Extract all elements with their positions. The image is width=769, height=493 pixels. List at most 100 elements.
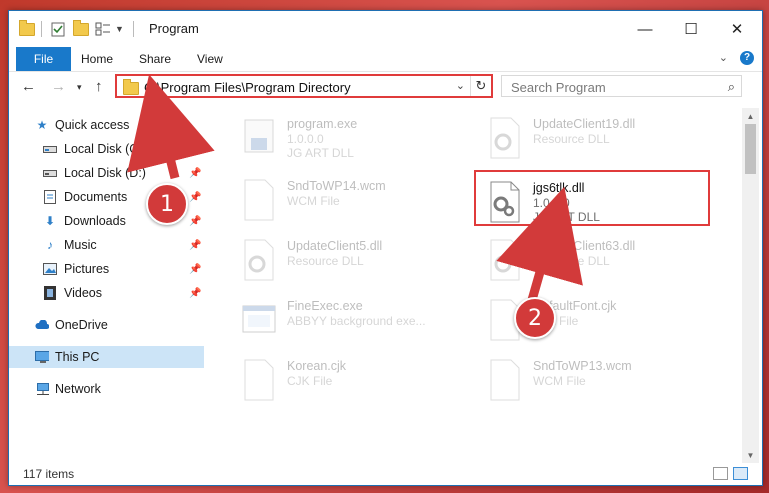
blank-file-icon <box>487 358 523 402</box>
separator <box>133 20 134 38</box>
file-name: UpdateClient63.dll <box>533 239 636 253</box>
file-highlight-box <box>474 170 710 226</box>
file-item[interactable]: FineExec.exe ABBYY background exe... <box>235 294 475 350</box>
file-company: JG ART DLL <box>287 146 354 160</box>
sidebar-item-label: Network <box>55 382 101 396</box>
customize-toolbar-icon[interactable] <box>95 20 111 38</box>
tiles-view-icon[interactable] <box>733 467 748 480</box>
file-name: SndToWP14.wcm <box>287 179 386 193</box>
sidebar-item-local-disk-c[interactable]: Local Disk (C:) 📌 <box>9 138 204 160</box>
file-type: WCM File <box>287 194 340 208</box>
sidebar-item-quick-access[interactable]: ★ Quick access <box>9 114 204 136</box>
search-input[interactable]: Search Program ⌕ <box>501 75 742 97</box>
folder-icon <box>19 19 35 38</box>
file-name: program.exe <box>287 117 358 131</box>
file-item[interactable]: Korean.cjk CJK File <box>235 354 475 410</box>
maximize-button[interactable]: ☐ <box>668 11 714 47</box>
properties-icon[interactable] <box>51 20 65 38</box>
file-type: Resource DLL <box>533 132 610 146</box>
expand-ribbon-icon[interactable]: ⌄ <box>719 51 728 64</box>
window-exe-icon <box>241 298 277 342</box>
sidebar-item-network[interactable]: Network <box>9 378 204 400</box>
blank-file-icon <box>241 178 277 222</box>
star-icon: ★ <box>36 118 48 132</box>
search-icon: ⌕ <box>727 79 735 94</box>
chevron-down-icon[interactable]: ⌄ <box>456 79 465 92</box>
scroll-thumb[interactable] <box>745 124 756 174</box>
refresh-icon[interactable]: ↻ <box>470 76 491 96</box>
help-icon[interactable]: ? <box>740 51 754 65</box>
back-button[interactable]: ← <box>21 78 36 95</box>
sidebar-item-local-disk-d[interactable]: Local Disk (D:) 📌 <box>9 162 204 184</box>
music-icon: ♪ <box>47 238 53 252</box>
file-item[interactable]: UpdateClient63.dll Resource DLL <box>481 234 721 290</box>
up-button[interactable]: ↑ <box>95 78 103 95</box>
pin-icon[interactable]: 📌 <box>189 144 201 155</box>
tab-view[interactable]: View <box>197 52 223 66</box>
file-item[interactable]: program.exe 1.0.0.0 JG ART DLL <box>235 112 475 168</box>
minimize-button[interactable]: — <box>622 11 668 47</box>
sidebar-item-label: Pictures <box>64 262 110 276</box>
download-icon: ⬇ <box>44 214 56 228</box>
file-name: SndToWP13.wcm <box>533 359 632 373</box>
file-list: program.exe 1.0.0.0 JG ART DLL UpdateCli… <box>205 108 741 463</box>
documents-icon <box>43 190 57 204</box>
address-bar[interactable]: C:\Program Files\Program Directory ⌄ ↻ <box>115 74 493 98</box>
details-view-icon[interactable] <box>713 467 728 480</box>
callout-badge-1: 1 <box>146 183 188 225</box>
dll-gear-icon <box>241 238 277 282</box>
title-bar: ▼ Program — ☐ ✕ <box>9 11 762 47</box>
chevron-down-icon[interactable]: ▼ <box>115 20 124 38</box>
sidebar-item-label: Videos <box>64 286 102 300</box>
forward-button[interactable]: → <box>51 78 66 95</box>
file-type: ABBYY background exe... <box>287 314 426 328</box>
recent-locations-icon[interactable]: ▾ <box>77 82 82 93</box>
sidebar-item-label: Documents <box>64 190 128 204</box>
sidebar-item-label: Downloads <box>64 214 126 228</box>
ribbon-tabs: File Home Share View ⌄ ? <box>9 47 762 72</box>
sidebar-item-label: Music <box>64 238 97 252</box>
item-count: 117 items <box>23 467 75 481</box>
tab-home[interactable]: Home <box>81 52 113 66</box>
file-type: Resource DLL <box>533 254 610 268</box>
file-name: FineExec.exe <box>287 299 363 313</box>
tab-share[interactable]: Share <box>139 52 171 66</box>
computer-icon <box>35 350 49 363</box>
sidebar-item-label: OneDrive <box>55 318 108 332</box>
separator <box>41 20 42 38</box>
file-item[interactable]: UpdateClient19.dll Resource DLL <box>481 112 721 168</box>
blank-file-icon <box>241 358 277 402</box>
dll-gear-icon <box>487 116 523 160</box>
pin-icon[interactable]: 📌 <box>189 264 201 275</box>
scroll-up-icon[interactable]: ▲ <box>742 108 759 124</box>
search-placeholder: Search Program <box>511 80 606 95</box>
sidebar-item-music[interactable]: ♪ Music 📌 <box>9 234 204 256</box>
folder-icon <box>123 79 139 95</box>
file-type: Resource DLL <box>287 254 364 268</box>
pin-icon[interactable]: 📌 <box>189 240 201 251</box>
drive-icon <box>43 167 57 179</box>
close-button[interactable]: ✕ <box>714 11 760 47</box>
file-type: WCM File <box>533 374 586 388</box>
sidebar-item-onedrive[interactable]: OneDrive <box>9 314 204 336</box>
file-item[interactable]: UpdateClient5.dll Resource DLL <box>235 234 475 290</box>
file-item[interactable]: SndToWP13.wcm WCM File <box>481 354 721 410</box>
sidebar-item-videos[interactable]: Videos 📌 <box>9 282 204 304</box>
pin-icon[interactable]: 📌 <box>189 288 201 299</box>
pin-icon[interactable]: 📌 <box>189 168 201 179</box>
status-bar: 117 items <box>9 463 762 485</box>
vertical-scrollbar[interactable]: ▲ ▼ <box>742 108 759 463</box>
sidebar-item-this-pc[interactable]: This PC <box>9 346 204 368</box>
address-path[interactable]: C:\Program Files\Program Directory <box>144 80 351 95</box>
new-folder-icon[interactable] <box>73 19 89 38</box>
pin-icon[interactable]: 📌 <box>189 192 201 203</box>
network-icon <box>35 382 49 395</box>
scroll-down-icon[interactable]: ▼ <box>742 447 759 463</box>
file-name: UpdateClient5.dll <box>287 239 383 253</box>
sidebar-item-pictures[interactable]: Pictures 📌 <box>9 258 204 280</box>
file-name: Korean.cjk <box>287 359 347 373</box>
file-item[interactable]: SndToWP14.wcm WCM File <box>235 174 475 230</box>
pictures-icon <box>43 263 57 275</box>
file-tab[interactable]: File <box>16 47 71 71</box>
pin-icon[interactable]: 📌 <box>189 216 201 227</box>
